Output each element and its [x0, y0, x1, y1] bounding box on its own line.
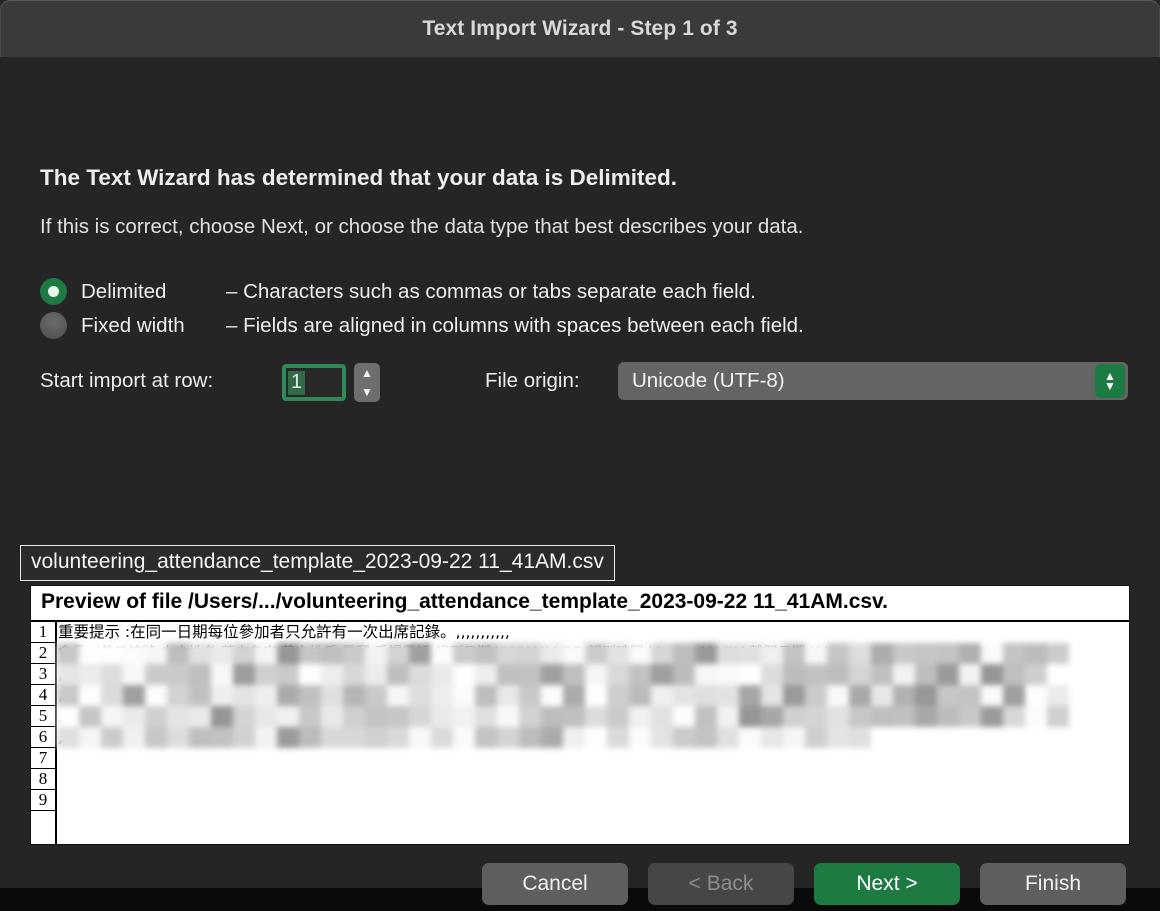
preview-row: , — [58, 665, 63, 683]
preview-row: 會員／義工編號,中文姓名,英文名字,英文姓氏,電郵,手提電話,報到日期 YYYY… — [58, 645, 828, 661]
preview-row: , — [58, 686, 63, 704]
radio-unselected-icon — [40, 312, 67, 339]
text-import-wizard-window: Text Import Wizard - Step 1 of 3 The Tex… — [0, 0, 1160, 905]
preview-row: , — [58, 728, 63, 746]
radio-selected-icon — [40, 278, 67, 305]
finish-button[interactable]: Finish — [980, 863, 1126, 905]
preview-row — [57, 790, 1129, 811]
radio-label-fixed-width: Fixed width — [81, 313, 185, 337]
start-import-row-label: Start import at row: — [40, 369, 214, 392]
preview-row — [57, 748, 1129, 769]
preview-row: 重要提示 :在同一日期每位參加者只允許有一次出席記錄。,,,,,,,,,,, — [58, 623, 510, 641]
dialog-footer-buttons: Cancel < Back Next > Finish — [0, 863, 1160, 911]
row-number: 9 — [31, 790, 55, 811]
start-row-input[interactable]: 1 — [282, 364, 346, 401]
preview-content-column: 重要提示 :在同一日期每位參加者只允許有一次出席記錄。,,,,,,,,,,, 會… — [57, 622, 1129, 844]
next-button[interactable]: Next > — [814, 863, 960, 905]
row-number: 8 — [31, 769, 55, 790]
dialog-body: The Text Wizard has determined that your… — [0, 57, 1160, 905]
radio-option-fixed-width[interactable]: Fixed width – Fields are aligned in colu… — [40, 312, 804, 339]
start-row-stepper[interactable]: ▲ ▼ — [354, 363, 380, 402]
file-origin-select[interactable]: Unicode (UTF-8) ▲ ▼ — [618, 362, 1128, 400]
window-titlebar: Text Import Wizard - Step 1 of 3 — [0, 0, 1160, 57]
chevron-up-down-icon[interactable]: ▲ ▼ — [1095, 364, 1125, 398]
radio-label-delimited: Delimited — [81, 279, 167, 303]
preview-title: Preview of file /Users/.../volunteering_… — [31, 586, 1129, 620]
file-origin-label: File origin: — [485, 369, 580, 392]
preview-row — [57, 769, 1129, 790]
start-row-value: 1 — [288, 370, 306, 395]
chevron-down-glyph: ▼ — [1104, 379, 1116, 393]
chevron-up-icon[interactable]: ▲ — [361, 367, 373, 379]
filename-tooltip: volunteering_attendance_template_2023-09… — [20, 545, 615, 581]
radio-desc-fixed-width: – Fields are aligned in columns with spa… — [226, 313, 804, 337]
file-origin-value: Unicode (UTF-8) — [632, 369, 785, 392]
preview-row-number-column: 1 2 3 4 5 6 7 8 9 — [31, 622, 57, 844]
row-number-empty — [31, 811, 55, 832]
window-title: Text Import Wizard - Step 1 of 3 — [422, 17, 738, 40]
row-number: 2 — [31, 643, 55, 664]
preview-grid[interactable]: 1 2 3 4 5 6 7 8 9 重要提示 :在同一日期每位參加者只允許有一次… — [31, 620, 1129, 844]
radio-desc-delimited: – Characters such as commas or tabs sepa… — [226, 279, 756, 303]
file-preview-panel: Preview of file /Users/.../volunteering_… — [30, 585, 1130, 845]
page-subtitle: If this is correct, choose Next, or choo… — [40, 215, 804, 238]
row-number: 5 — [31, 706, 55, 727]
back-button[interactable]: < Back — [648, 863, 794, 905]
row-number: 6 — [31, 727, 55, 748]
start-import-row-control[interactable]: 1 ▲ ▼ — [282, 363, 380, 402]
row-number: 3 — [31, 664, 55, 685]
preview-row: , — [58, 707, 63, 725]
row-number: 7 — [31, 748, 55, 769]
chevron-down-icon[interactable]: ▼ — [361, 386, 373, 398]
row-number: 1 — [31, 622, 55, 643]
row-number: 4 — [31, 685, 55, 706]
radio-option-delimited[interactable]: Delimited – Characters such as commas or… — [40, 278, 756, 305]
page-title: The Text Wizard has determined that your… — [40, 165, 678, 190]
cancel-button[interactable]: Cancel — [482, 863, 628, 905]
